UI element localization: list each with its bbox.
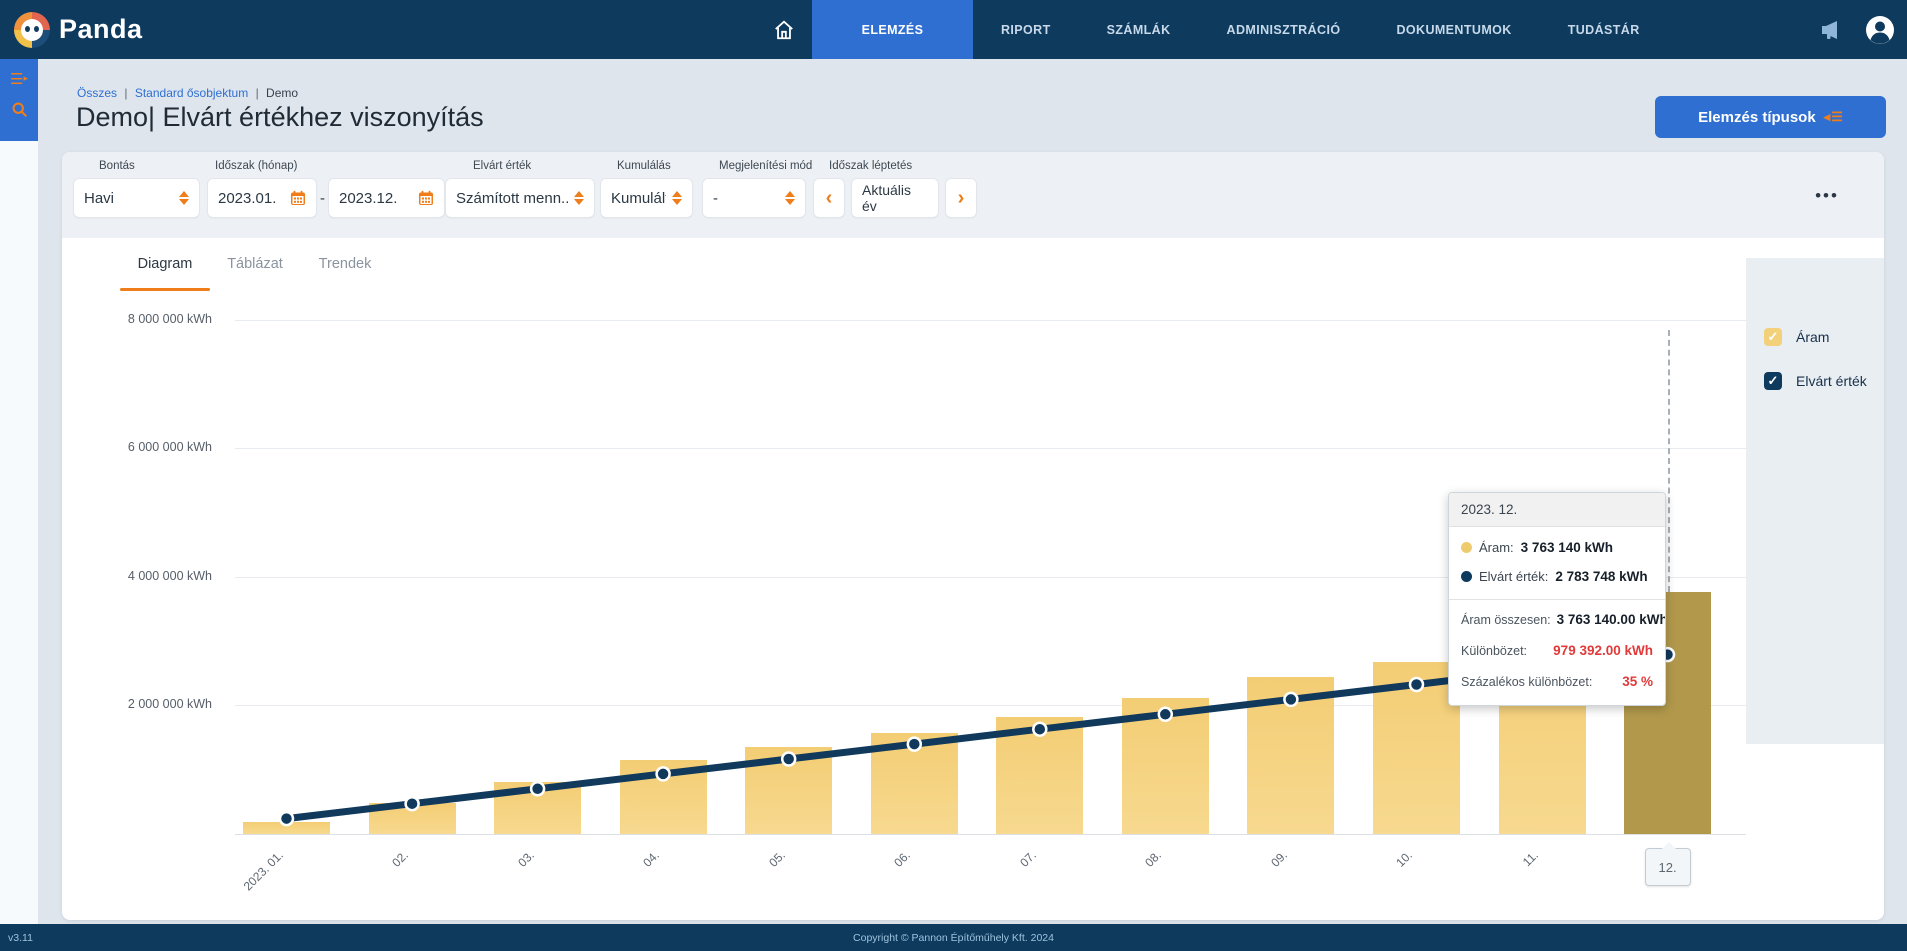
- series-dot-aram: [1461, 542, 1472, 553]
- line-point-month-5[interactable]: [782, 753, 795, 766]
- filter-kumulalas: Kumulálás Kumulált: [600, 160, 693, 218]
- tooltip-title: 2023. 12.: [1449, 493, 1665, 527]
- home-button[interactable]: [756, 0, 812, 59]
- app-logo[interactable]: Panda: [14, 12, 143, 48]
- nav-item-elemzes[interactable]: ELEMZÉS: [812, 0, 973, 59]
- breadcrumb-separator: |: [124, 86, 127, 100]
- tab-trendek[interactable]: Trendek: [302, 256, 388, 282]
- tooltip-summary-row: Áram összesen: 3 763 140.00 kWh: [1461, 604, 1653, 635]
- select-arrows-icon: [574, 191, 584, 205]
- footer-bar: v3.11 Copyright © Pannon Építőműhely Kft…: [0, 924, 1907, 951]
- line-point-month-10[interactable]: [1410, 678, 1423, 691]
- bontas-select[interactable]: Havi: [73, 178, 200, 218]
- nav-item-szamlak[interactable]: SZÁMLÁK: [1079, 0, 1199, 59]
- tooltip-summary-row: Százalékos különbözet: 35 %: [1461, 666, 1653, 697]
- more-icon: •••: [1815, 186, 1839, 205]
- select-arrows-icon: [179, 191, 189, 205]
- chevron-right-icon: ›: [958, 187, 965, 210]
- check-icon: ✓: [1768, 372, 1779, 390]
- top-nav-bar: Panda ELEMZÉS RIPORT SZÁMLÁK ADMINISZTRÁ…: [0, 0, 1907, 59]
- breadcrumb-current: Demo: [266, 86, 298, 100]
- chart-tooltip: 2023. 12. Áram: 3 763 140 kWh Elvárt ért…: [1448, 492, 1666, 706]
- home-icon: [773, 19, 795, 41]
- filter-megjelenitesi-mod: Megjelenítési mód -: [702, 160, 812, 218]
- analysis-types-icon: ◂☰: [1824, 109, 1843, 125]
- checkbox-elvart-ertek[interactable]: ✓: [1764, 372, 1782, 390]
- filter-label: Időszak léptetés: [829, 160, 977, 172]
- filter-label: Bontás: [99, 160, 200, 172]
- nav-item-riport[interactable]: RIPORT: [973, 0, 1079, 59]
- filter-label: Kumulálás: [617, 160, 693, 172]
- chart-legend: ✓ Áram ✓ Elvárt érték: [1746, 258, 1884, 744]
- main-nav: ELEMZÉS RIPORT SZÁMLÁK ADMINISZTRÁCIÓ DO…: [756, 0, 1668, 59]
- breadcrumb-link-standard[interactable]: Standard ősobjektum: [135, 86, 248, 100]
- tab-tablazat[interactable]: Táblázat: [212, 256, 298, 282]
- line-point-month-8[interactable]: [1159, 708, 1172, 721]
- elvart-ertek-select[interactable]: Számított menn...: [445, 178, 595, 218]
- series-dot-elvart: [1461, 571, 1472, 582]
- line-point-month-9[interactable]: [1284, 693, 1297, 706]
- tab-diagram[interactable]: Diagram: [120, 256, 210, 282]
- brand-name: Panda: [59, 14, 143, 45]
- filter-label: Megjelenítési mód: [719, 160, 812, 172]
- megjelenitesi-mod-select[interactable]: -: [702, 178, 806, 218]
- select-arrows-icon: [672, 191, 682, 205]
- analysis-types-button[interactable]: Elemzés típusok ◂☰: [1655, 96, 1886, 138]
- period-current-button[interactable]: Aktuális év: [851, 178, 939, 218]
- calendar-icon: [418, 190, 434, 206]
- nav-item-dokumentumok[interactable]: DOKUMENTUMOK: [1368, 0, 1539, 59]
- left-rail: ☰▸: [0, 59, 38, 141]
- nav-item-adminisztracio[interactable]: ADMINISZTRÁCIÓ: [1199, 0, 1369, 59]
- line-point-month-3[interactable]: [531, 782, 544, 795]
- more-options-button[interactable]: •••: [1802, 184, 1852, 208]
- breadcrumb-link-osszes[interactable]: Összes: [77, 86, 117, 100]
- page-title: Demo| Elvárt értékhez viszonyítás: [76, 102, 484, 133]
- breadcrumb: Összes | Standard ősobjektum | Demo: [77, 86, 298, 100]
- legend-item-aram[interactable]: ✓ Áram: [1764, 328, 1829, 346]
- check-icon: ✓: [1768, 328, 1779, 346]
- line-point-month-1[interactable]: [280, 812, 293, 825]
- megaphone-icon[interactable]: [1819, 18, 1843, 42]
- tooltip-series-row: Elvárt érték: 2 783 748 kWh: [1461, 562, 1653, 591]
- breadcrumb-separator: |: [256, 86, 259, 100]
- kumulalas-select[interactable]: Kumulált: [600, 178, 693, 218]
- tooltip-series-row: Áram: 3 763 140 kWh: [1461, 533, 1653, 562]
- panda-logo-icon: [14, 12, 50, 48]
- legend-label: Áram: [1796, 329, 1829, 345]
- period-prev-button[interactable]: ‹: [813, 178, 845, 218]
- calendar-icon: [290, 190, 306, 206]
- left-rail-lower: [0, 141, 38, 924]
- select-arrows-icon: [785, 191, 795, 205]
- checkbox-aram[interactable]: ✓: [1764, 328, 1782, 346]
- chevron-left-icon: ‹: [826, 187, 833, 210]
- line-point-month-4[interactable]: [657, 767, 670, 780]
- line-point-month-2[interactable]: [406, 797, 419, 810]
- search-icon[interactable]: [11, 101, 28, 118]
- nav-item-tudastar[interactable]: TUDÁSTÁR: [1540, 0, 1668, 59]
- filter-bar: Bontás Havi Időszak (hónap) 2023.01.: [62, 152, 1884, 238]
- copyright-text: Copyright © Pannon Építőműhely Kft. 2024: [853, 932, 1054, 944]
- tooltip-summary-row: Különbözet: 979 392.00 kWh: [1461, 635, 1653, 666]
- period-next-button[interactable]: ›: [945, 178, 977, 218]
- header-actions: [1819, 0, 1895, 59]
- filter-idoszak-leptetes: Időszak léptetés ‹ Aktuális év ›: [813, 160, 977, 218]
- filter-elvart-ertek: Elvárt érték Számított menn...: [445, 160, 595, 218]
- user-avatar-icon[interactable]: [1865, 15, 1895, 45]
- legend-label: Elvárt érték: [1796, 373, 1867, 389]
- app-version: v3.11: [8, 932, 33, 944]
- filter-label: Időszak (hónap): [215, 160, 445, 172]
- sidebar-menu-icon[interactable]: ☰▸: [10, 71, 28, 87]
- active-tab-indicator: [120, 288, 210, 291]
- line-point-month-7[interactable]: [1033, 723, 1046, 736]
- date-from-input[interactable]: 2023.01.: [207, 178, 317, 218]
- date-range-separator: -: [320, 190, 325, 207]
- legend-item-elvart-ertek[interactable]: ✓ Elvárt érték: [1764, 372, 1867, 390]
- filter-bontas: Bontás Havi: [73, 160, 200, 218]
- filter-idoszak: Időszak (hónap) 2023.01. - 2023.12.: [207, 160, 445, 218]
- date-to-input[interactable]: 2023.12.: [328, 178, 445, 218]
- filter-label: Elvárt érték: [473, 160, 595, 172]
- line-point-month-6[interactable]: [908, 738, 921, 751]
